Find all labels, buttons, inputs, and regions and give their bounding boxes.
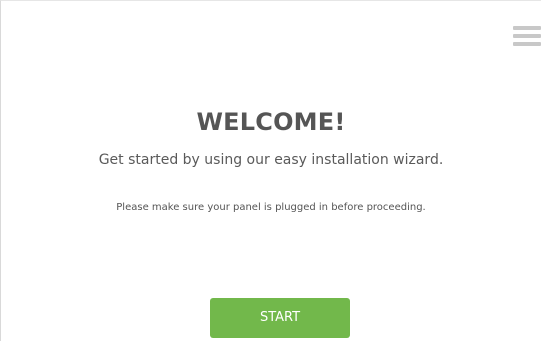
menu-bar-middle (513, 34, 541, 38)
welcome-subtitle: Get started by using our easy installati… (98, 152, 444, 168)
start-button[interactable]: START (210, 298, 350, 338)
menu-bar-bottom (513, 42, 541, 46)
hamburger-menu-icon[interactable] (513, 26, 541, 46)
page-title: WELCOME! (196, 108, 346, 136)
menu-bar-top (513, 26, 541, 30)
plug-in-notice: Please make sure your panel is plugged i… (116, 202, 426, 213)
welcome-screen: WELCOME! Get started by using our easy i… (0, 0, 541, 341)
